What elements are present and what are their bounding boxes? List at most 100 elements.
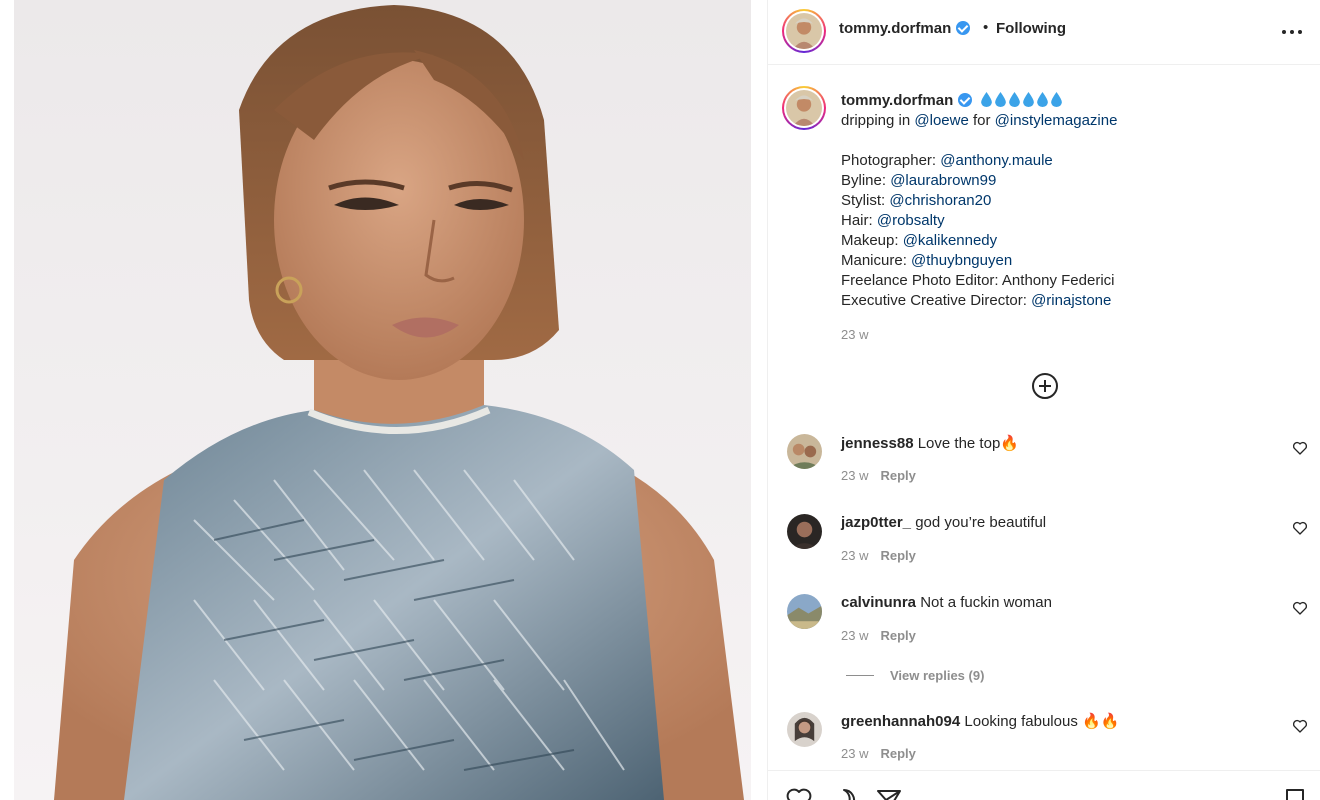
reply-button[interactable]: Reply	[880, 628, 915, 643]
mention-link[interactable]: @anthony.maule	[940, 152, 1053, 169]
mention-link[interactable]: @chrishoran20	[889, 192, 991, 209]
add-comment-icon[interactable]	[1031, 372, 1059, 400]
caption-line: Executive Creative Director: @rinajstone	[841, 291, 1301, 311]
mention-link[interactable]: @loewe	[914, 112, 968, 129]
commenter-username[interactable]: calvinunra	[841, 594, 916, 611]
water-drop-icon	[1051, 92, 1063, 107]
caption-line: Photographer: @anthony.maule	[841, 151, 1301, 171]
share-icon[interactable]	[876, 787, 902, 800]
commenter-username[interactable]: greenhannah094	[841, 713, 960, 730]
comment-time[interactable]: 23 w	[841, 548, 868, 563]
comment-text: Not a fuckin woman	[920, 594, 1052, 611]
heart-icon[interactable]	[786, 787, 812, 800]
caption-line: Byline: @laurabrown99	[841, 171, 1301, 191]
header-separator: •	[983, 19, 989, 36]
caption-avatar-image	[786, 90, 822, 126]
caption-line: Manicure: @thuybnguyen	[841, 251, 1301, 271]
view-replies-label: View replies (9)	[890, 668, 985, 683]
comment-text: god you’re beautiful	[915, 514, 1047, 531]
post-photo-image	[54, 5, 744, 800]
caption-timestamp[interactable]: 23 w	[841, 325, 1301, 345]
comment-time[interactable]: 23 w	[841, 628, 868, 643]
comment-text-row: calvinunra Not a fuckin woman	[841, 594, 1052, 611]
comment-item: jazp0tter_ god you’re beautiful 23 w Repl…	[768, 514, 1320, 574]
commenter-avatar[interactable]	[787, 712, 822, 747]
reply-button[interactable]: Reply	[880, 548, 915, 563]
comment-meta: 23 w Reply	[841, 746, 916, 761]
caption-text: Byline:	[841, 172, 891, 189]
commenter-avatar[interactable]	[787, 514, 822, 549]
water-drop-icon	[995, 92, 1007, 107]
comment-text-row: greenhannah094 Looking fabulous 🔥🔥	[841, 712, 1119, 730]
mention-link[interactable]: @instylemagazine	[995, 112, 1118, 129]
verified-badge-icon	[958, 93, 973, 107]
caption-text: Makeup:	[841, 232, 903, 249]
comment-item: calvinunra Not a fuckin woman 23 w Reply	[768, 594, 1320, 654]
mention-link[interactable]: @laurabrown99	[890, 172, 996, 189]
caption-body: tommy.dorfman dripping in @loewe for @in…	[841, 91, 1301, 345]
more-options-icon[interactable]	[1280, 22, 1304, 42]
commenter-username[interactable]: jazp0tter_	[841, 514, 911, 531]
comment-text-row: jazp0tter_ god you’re beautiful	[841, 514, 1046, 531]
water-drops-emoji	[981, 92, 1065, 109]
mention-link[interactable]: @robsalty	[877, 212, 945, 229]
comment-time[interactable]: 23 w	[841, 468, 868, 483]
caption-text: Freelance Photo Editor: Anthony Federici	[841, 272, 1115, 289]
comment-meta: 23 w Reply	[841, 468, 916, 483]
commenter-username[interactable]: jenness88	[841, 435, 914, 452]
bookmark-icon[interactable]	[1282, 787, 1308, 800]
mention-link[interactable]: @kalikennedy	[903, 232, 997, 249]
reply-button[interactable]: Reply	[880, 746, 915, 761]
caption-text: Hair:	[841, 212, 877, 229]
caption-line: Stylist: @chrishoran20	[841, 191, 1301, 211]
post-header: tommy.dorfman • Following	[768, 0, 1320, 65]
comment-item: jenness88 Love the top🔥 23 w Reply	[768, 434, 1320, 494]
author-username-link[interactable]: tommy.dorfman	[839, 20, 971, 37]
caption-text: dripping in	[841, 112, 915, 129]
comment-time[interactable]: 23 w	[841, 746, 868, 761]
verified-badge-icon	[956, 21, 971, 35]
caption-text: Stylist:	[841, 192, 890, 209]
caption-text: for	[968, 112, 995, 129]
commenter-avatar[interactable]	[787, 594, 822, 629]
caption-text: Photographer:	[841, 152, 941, 169]
caption-line: Freelance Photo Editor: Anthony Federici	[841, 271, 1301, 291]
comment-meta: 23 w Reply	[841, 628, 916, 643]
following-button[interactable]: Following	[996, 20, 1066, 37]
caption-username[interactable]: tommy.dorfman	[841, 92, 953, 109]
author-avatar[interactable]	[782, 9, 826, 53]
caption-line: Makeup: @kalikennedy	[841, 231, 1301, 251]
caption-line-author: tommy.dorfman	[841, 91, 1301, 111]
comment-meta: 23 w Reply	[841, 548, 916, 563]
view-replies-button[interactable]: View replies (9)	[846, 668, 984, 686]
mention-link[interactable]: @rinajstone	[1031, 292, 1111, 309]
comment-text: Looking fabulous 🔥🔥	[964, 713, 1120, 730]
heart-icon[interactable]	[1292, 520, 1308, 536]
caption-text: Executive Creative Director:	[841, 292, 1032, 309]
caption-line: Hair: @robsalty	[841, 211, 1301, 231]
mention-link[interactable]: @thuybnguyen	[911, 252, 1012, 269]
post-actions-bar	[768, 770, 1320, 800]
post-side-panel: tommy.dorfman • Following tommy.dorfman …	[768, 0, 1320, 800]
water-drop-icon	[981, 92, 993, 107]
water-drop-icon	[1009, 92, 1021, 107]
comment-item: greenhannah094 Looking fabulous 🔥🔥 23 w R…	[768, 712, 1320, 772]
post-photo[interactable]	[14, 0, 751, 800]
comment-text-row: jenness88 Love the top🔥	[841, 434, 1019, 452]
water-drop-icon	[1037, 92, 1049, 107]
view-replies-line	[846, 675, 874, 676]
caption-avatar[interactable]	[782, 86, 826, 130]
reply-button[interactable]: Reply	[880, 468, 915, 483]
author-username: tommy.dorfman	[839, 20, 952, 37]
caption-line: dripping in @loewe for @instylemagazine	[841, 111, 1301, 131]
water-drop-icon	[1023, 92, 1035, 107]
caption-text: Manicure:	[841, 252, 912, 269]
comment-text: Love the top🔥	[917, 435, 1019, 452]
heart-icon[interactable]	[1292, 440, 1308, 456]
heart-icon[interactable]	[1292, 718, 1308, 734]
commenter-avatar[interactable]	[787, 434, 822, 469]
comment-icon[interactable]	[831, 787, 857, 800]
author-avatar-image	[786, 13, 822, 49]
heart-icon[interactable]	[1292, 600, 1308, 616]
